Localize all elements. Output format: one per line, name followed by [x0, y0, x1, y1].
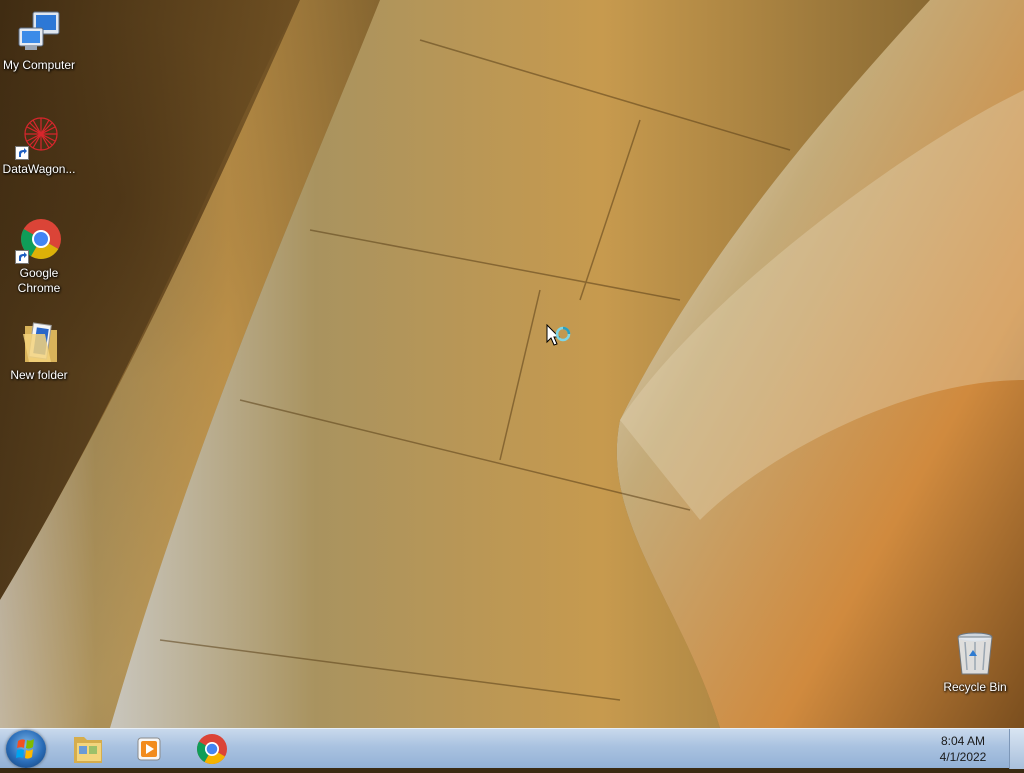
computer-icon — [15, 8, 63, 56]
windows-start-icon — [16, 739, 34, 759]
desktop-icon-label: Recycle Bin — [943, 680, 1007, 694]
clock-time: 8:04 AM — [940, 734, 986, 748]
media-player-icon — [137, 737, 161, 761]
file-explorer-icon — [74, 737, 102, 763]
show-desktop-button[interactable] — [1009, 729, 1024, 769]
mouse-cursor-busy-icon — [546, 323, 572, 359]
desktop-icon-label: My Computer — [2, 58, 76, 72]
desktop-icon-datawagon[interactable]: DataWagon... — [0, 112, 78, 177]
clock-date: 4/1/2022 — [939, 750, 987, 764]
desktop-wallpaper[interactable]: My Computer DataWagon... Google Chrome N… — [0, 0, 1024, 728]
folder-icon — [15, 318, 63, 366]
shortcut-arrow-icon — [15, 250, 29, 264]
desktop-icon-label: Google Chrome — [17, 266, 61, 295]
recycle-bin-icon — [951, 630, 999, 678]
desktop-icon-google-chrome[interactable]: Google Chrome — [0, 216, 78, 296]
desktop-icon-label: New folder — [10, 368, 68, 382]
desktop-icon-new-folder[interactable]: New folder — [0, 318, 78, 383]
wallpaper-art — [0, 0, 1024, 728]
start-button[interactable] — [6, 730, 46, 768]
taskbar-file-explorer-button[interactable] — [62, 731, 114, 767]
taskbar-chrome-button[interactable] — [186, 731, 238, 767]
datawagon-icon — [15, 112, 63, 160]
shortcut-arrow-icon — [15, 146, 29, 160]
chrome-icon — [15, 216, 63, 264]
taskbar: 8:04 AM 4/1/2022 — [0, 728, 1024, 769]
chrome-icon — [196, 734, 227, 765]
desktop-icon-recycle-bin[interactable]: Recycle Bin — [936, 630, 1014, 695]
desktop-icon-my-computer[interactable]: My Computer — [0, 8, 78, 73]
taskbar-media-player-button[interactable] — [124, 731, 176, 767]
desktop-icon-label: DataWagon... — [2, 162, 76, 176]
taskbar-clock[interactable]: 8:04 AM 4/1/2022 — [928, 733, 998, 765]
